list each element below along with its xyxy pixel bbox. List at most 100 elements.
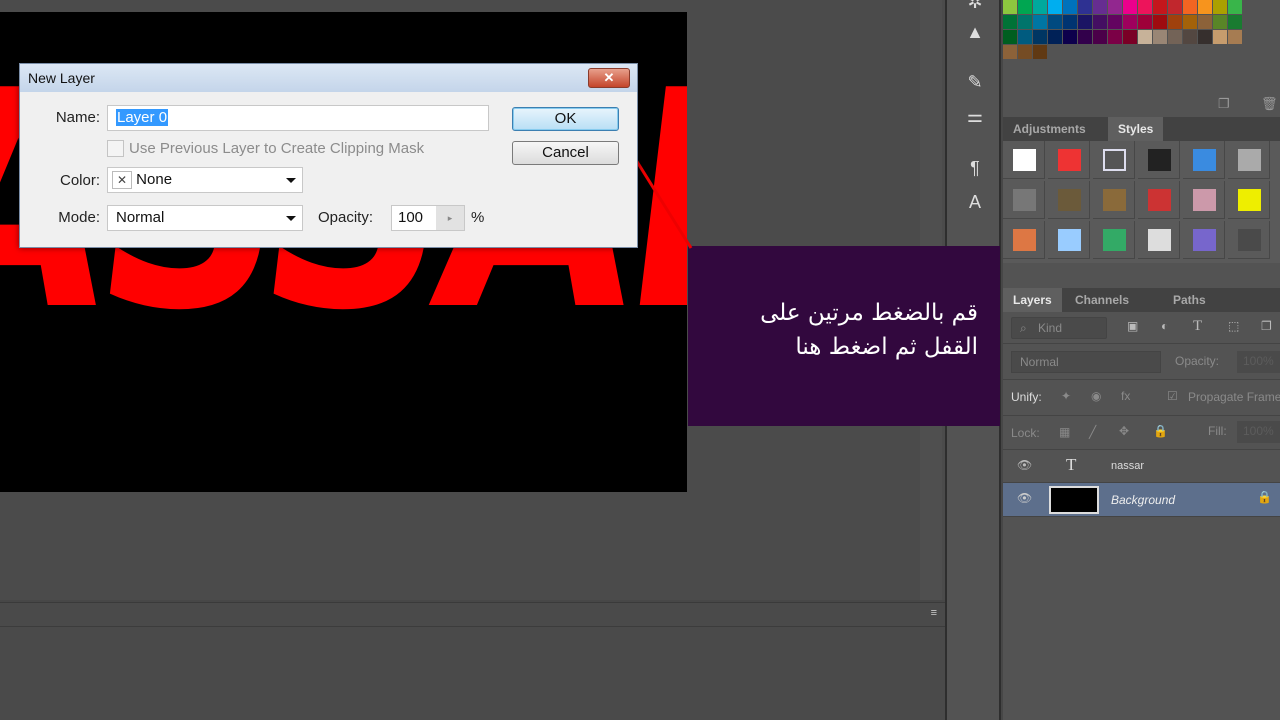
color-swatch[interactable] [1198,15,1212,29]
tab-channels[interactable]: Channels [1065,288,1139,312]
lock-transparent-icon[interactable]: ▦ [1059,425,1070,439]
color-swatch[interactable] [1228,15,1242,29]
lock-icon[interactable]: 🔒 [1257,490,1272,504]
tab-layers[interactable]: Layers [1003,288,1062,312]
brush-icon[interactable]: ⚌ [961,106,989,132]
color-swatch[interactable] [1033,0,1047,14]
color-swatch[interactable] [1123,15,1137,29]
color-swatch[interactable] [1228,30,1242,44]
color-swatch[interactable] [1168,30,1182,44]
type-filter-icon[interactable]: T [1193,318,1202,335]
cancel-button[interactable]: Cancel [512,141,619,165]
color-swatch[interactable] [1033,15,1047,29]
visibility-eye-icon[interactable]: 👁 [1017,458,1032,472]
color-swatch[interactable] [1183,15,1197,29]
style-swatch[interactable] [1138,181,1180,219]
style-swatch[interactable] [1183,181,1225,219]
blend-mode-select[interactable]: Normal [1011,351,1161,373]
color-swatch[interactable] [1063,0,1077,14]
lock-all-icon[interactable]: 🔒 [1153,424,1168,438]
color-swatch[interactable] [1138,0,1152,14]
close-button[interactable]: ✕ [588,68,630,88]
shape-filter-icon[interactable]: ⬚ [1228,319,1239,333]
style-swatch[interactable] [1093,181,1135,219]
new-swatch-icon[interactable]: ❐ [1218,96,1230,112]
color-swatch[interactable] [1048,15,1062,29]
style-swatch[interactable] [1138,141,1180,179]
clipping-mask-checkbox[interactable] [107,140,124,157]
color-icon[interactable]: ✲ [961,0,989,18]
tab-styles[interactable]: Styles [1108,117,1164,141]
color-swatch[interactable] [1213,30,1227,44]
color-swatch[interactable] [1003,45,1017,59]
lock-position-icon[interactable]: ✥ [1119,424,1129,438]
layer-row-background[interactable]: 👁 Background 🔒 [1003,483,1280,517]
color-swatch[interactable] [1213,0,1227,14]
color-swatch[interactable] [1018,0,1032,14]
color-swatch[interactable] [1198,0,1212,14]
color-swatch[interactable] [1093,30,1107,44]
visibility-eye-icon[interactable]: 👁 [1017,491,1032,505]
style-swatch[interactable] [1003,181,1045,219]
style-swatch[interactable] [1003,141,1045,179]
style-swatch[interactable] [1093,141,1135,179]
layer-row-nassar[interactable]: 👁 T nassar [1003,451,1280,483]
propagate-checkbox[interactable]: ☑ [1167,389,1178,403]
brush-presets-icon[interactable]: ✎ [961,72,989,98]
swatches-grid[interactable] [1003,0,1280,62]
fill-field[interactable]: 100% [1237,421,1280,443]
color-swatch[interactable] [1123,30,1137,44]
unify-position-icon[interactable]: ✦ [1061,389,1071,403]
color-swatch[interactable] [1183,0,1197,14]
layer-name[interactable]: Background [1111,493,1175,507]
color-swatch[interactable] [1063,15,1077,29]
style-swatch[interactable] [1138,221,1180,259]
opacity-slider-arrow-icon[interactable]: ▸ [436,206,464,230]
unify-style-icon[interactable]: fx [1121,389,1130,403]
style-swatch[interactable] [1228,141,1270,179]
style-swatch[interactable] [1048,141,1090,179]
color-swatch[interactable] [1033,45,1047,59]
color-swatch[interactable] [1108,15,1122,29]
style-swatch[interactable] [1048,181,1090,219]
histogram-icon[interactable]: ▲ [961,22,989,48]
character-icon[interactable]: A [961,192,989,218]
color-swatch[interactable] [1033,30,1047,44]
color-swatch[interactable] [1138,15,1152,29]
color-swatch[interactable] [1153,30,1167,44]
layer-name[interactable]: nassar [1111,460,1144,472]
tab-paths[interactable]: Paths [1163,288,1216,312]
style-swatch[interactable] [1183,221,1225,259]
color-swatch[interactable] [1213,15,1227,29]
color-swatch[interactable] [1048,0,1062,14]
color-swatch[interactable] [1153,0,1167,14]
panel-menu-icon[interactable]: ≡ [931,607,937,619]
adjustment-filter-icon[interactable]: ◐ [1161,319,1168,333]
color-swatch[interactable] [1153,15,1167,29]
opacity-input[interactable]: 100 ▸ [391,205,465,231]
layer-name-input[interactable]: Layer 0 [107,105,489,131]
color-swatch[interactable] [1228,0,1242,14]
color-swatch[interactable] [1108,30,1122,44]
image-filter-icon[interactable]: ▣ [1127,319,1138,333]
color-swatch[interactable] [1138,30,1152,44]
trash-icon[interactable]: 🗑 [1261,96,1278,112]
color-swatch[interactable] [1168,15,1182,29]
style-swatch[interactable] [1228,221,1270,259]
style-swatch[interactable] [1003,221,1045,259]
unify-visibility-icon[interactable]: ◉ [1091,389,1101,403]
color-swatch[interactable] [1123,0,1137,14]
color-swatch[interactable] [1003,15,1017,29]
color-swatch[interactable] [1093,0,1107,14]
ok-button[interactable]: OK [512,107,619,131]
color-swatch[interactable] [1063,30,1077,44]
style-swatch[interactable] [1228,181,1270,219]
style-swatch[interactable] [1183,141,1225,179]
color-swatch[interactable] [1018,15,1032,29]
color-swatch[interactable] [1183,30,1197,44]
color-swatch[interactable] [1108,0,1122,14]
color-swatch[interactable] [1198,30,1212,44]
tab-adjustments[interactable]: Adjustments [1003,117,1096,141]
opacity-field[interactable]: 100% [1237,351,1280,373]
smart-object-filter-icon[interactable]: ❐ [1261,319,1272,333]
